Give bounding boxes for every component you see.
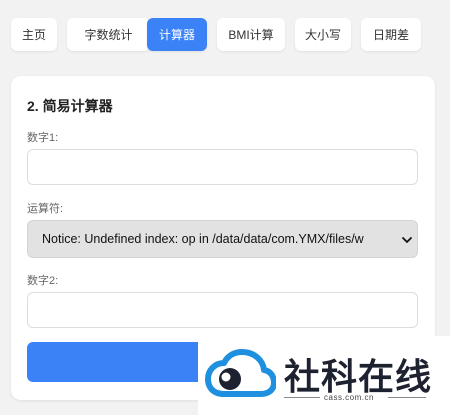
tab-home-label: 主页 [21, 28, 46, 42]
watermark-url: cass.com.cn [324, 393, 374, 402]
tab-word-count[interactable]: 字数统计 [67, 18, 150, 51]
num1-input[interactable] [27, 149, 418, 185]
tab-date-diff[interactable]: 日期差 [361, 18, 421, 51]
tab-home[interactable]: 主页 [11, 18, 57, 51]
watermark-divider-right [388, 397, 426, 398]
tab-bmi[interactable]: BMI计算 [217, 18, 285, 51]
num1-label: 数字1: [27, 132, 59, 144]
tab-calculator-label: 计算器 [158, 28, 195, 42]
tab-calculator[interactable]: 计算器 [147, 18, 207, 51]
watermark-divider-left [284, 397, 320, 398]
cloud-logo-icon [205, 349, 276, 397]
watermark: 社科在线 cass.com.cn [198, 336, 450, 415]
num2-input[interactable] [27, 292, 418, 328]
num2-label: 数字2: [27, 275, 59, 287]
tab-date-diff-label: 日期差 [372, 28, 409, 42]
tab-case-convert-label: 大小写 [304, 28, 341, 42]
tab-word-count-label: 字数统计 [84, 28, 133, 42]
tab-case-convert[interactable]: 大小写 [295, 18, 351, 51]
tab-bmi-label: BMI计算 [228, 28, 274, 42]
operator-select-value: Notice: Undefined index: op in /data/dat… [42, 232, 364, 246]
chevron-down-icon [402, 237, 412, 243]
operator-label: 运算符: [27, 203, 64, 215]
operator-select[interactable]: Notice: Undefined index: op in /data/dat… [27, 220, 418, 258]
card-title: 2. 简易计算器 [27, 98, 113, 114]
